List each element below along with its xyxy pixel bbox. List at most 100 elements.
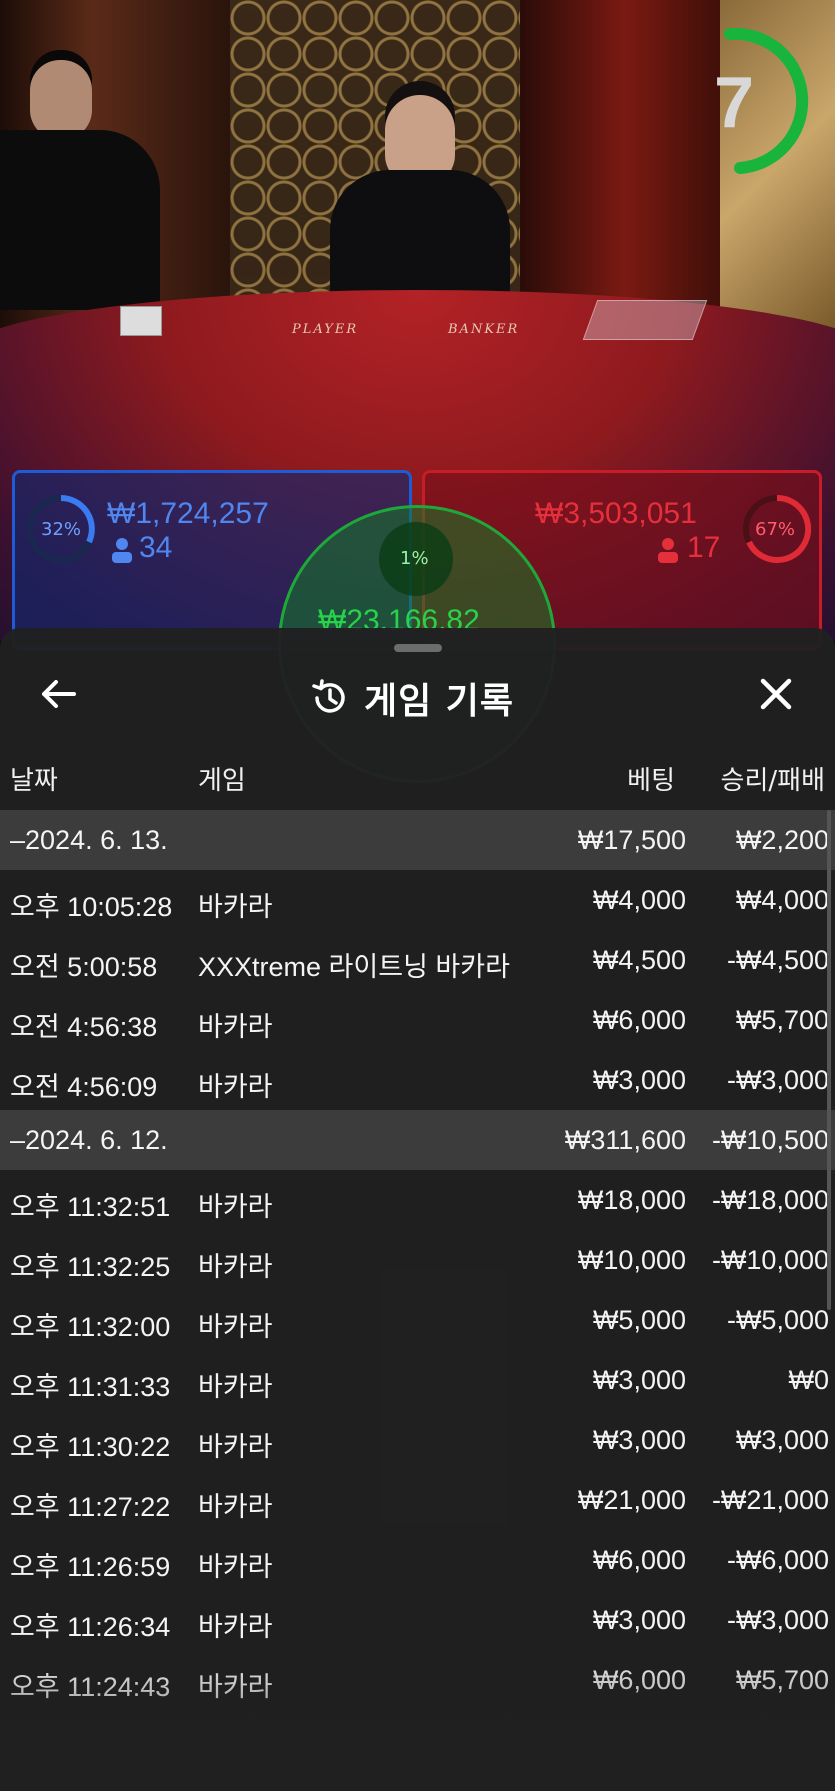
row-result: -₩10,500 bbox=[711, 1125, 829, 1155]
row-result: -₩3,000 bbox=[726, 1065, 829, 1095]
row-game: 바카라 bbox=[198, 1312, 273, 1342]
banker-percent: 67% bbox=[755, 519, 796, 540]
history-row[interactable]: 오후 11:30:22 바카라 ₩3,000 ₩3,000 bbox=[0, 1410, 835, 1470]
row-time: 오후 11:27:22 bbox=[10, 1492, 171, 1522]
row-time: 오후 11:32:51 bbox=[10, 1192, 171, 1222]
assistant-dealer-body bbox=[0, 130, 160, 310]
row-time: 오후 10:05:28 bbox=[10, 892, 173, 922]
history-row[interactable]: 오후 11:24:43 바카라 ₩6,000 ₩5,700 bbox=[0, 1650, 835, 1710]
history-row[interactable]: 오후 11:27:22 바카라 ₩21,000 -₩21,000 bbox=[0, 1470, 835, 1530]
close-icon bbox=[760, 678, 792, 710]
history-row[interactable]: 오후 11:26:59 바카라 ₩6,000 -₩6,000 bbox=[0, 1530, 835, 1590]
history-scrollbar[interactable] bbox=[827, 810, 831, 1310]
sheet-drag-handle[interactable] bbox=[394, 644, 442, 652]
history-list: –2024. 6. 13. ₩17,500 ₩2,200 오후 10:05:28 바카라… bbox=[0, 810, 835, 1710]
player-count-icon bbox=[112, 538, 132, 563]
row-time: 오전 4:56:09 bbox=[10, 1072, 158, 1102]
col-bet: 베팅 bbox=[627, 766, 675, 796]
row-result: ₩3,000 bbox=[735, 1425, 829, 1455]
row-time: 오후 11:32:00 bbox=[10, 1312, 171, 1342]
row-bet: ₩3,000 bbox=[592, 1365, 686, 1395]
row-game: 바카라 bbox=[198, 1612, 273, 1642]
row-game: 바카라 bbox=[198, 1012, 273, 1042]
row-bet: ₩3,000 bbox=[592, 1425, 686, 1455]
sheet-header: 게임 기록 bbox=[310, 672, 514, 724]
dealer-body bbox=[330, 170, 510, 310]
tie-percent: 1% bbox=[400, 548, 429, 569]
row-result: -₩10,000 bbox=[711, 1245, 829, 1275]
history-row[interactable]: 오전 4:56:38 바카라 ₩6,000 ₩5,700 bbox=[0, 990, 835, 1050]
history-row[interactable]: 오후 11:26:34 바카라 ₩3,000 -₩3,000 bbox=[0, 1590, 835, 1650]
row-bet: ₩10,000 bbox=[577, 1245, 686, 1275]
history-row[interactable]: 오전 5:00:58 XXXtreme 라이트닝 바카라 ₩4,500 -₩4,500 bbox=[0, 930, 835, 990]
row-game: 바카라 bbox=[198, 1552, 273, 1582]
row-result: -₩3,000 bbox=[726, 1605, 829, 1635]
col-result: 승리/패배 bbox=[720, 766, 825, 796]
history-row[interactable]: 오후 11:32:25 바카라 ₩10,000 -₩10,000 bbox=[0, 1230, 835, 1290]
row-bet: ₩6,000 bbox=[592, 1545, 686, 1575]
row-bet: ₩4,500 bbox=[592, 945, 686, 975]
row-bet: ₩21,000 bbox=[577, 1485, 686, 1515]
player-percent: 32% bbox=[41, 519, 82, 540]
history-row[interactable]: 오후 10:05:28 바카라 ₩4,000 ₩4,000 bbox=[0, 870, 835, 930]
row-bet: ₩4,000 bbox=[592, 885, 686, 915]
col-date: 날짜 bbox=[10, 766, 58, 796]
felt-label-banker: BANKER bbox=[448, 322, 520, 337]
row-time: 오후 11:26:59 bbox=[10, 1552, 171, 1582]
row-result: ₩5,700 bbox=[735, 1665, 829, 1695]
row-time: 오후 11:31:33 bbox=[10, 1372, 171, 1402]
card-stack bbox=[120, 306, 162, 336]
row-time: 오후 11:26:34 bbox=[10, 1612, 171, 1642]
history-row[interactable]: 오후 11:31:33 바카라 ₩3,000 ₩0 bbox=[0, 1350, 835, 1410]
close-button[interactable] bbox=[752, 670, 800, 718]
row-game: 바카라 bbox=[198, 1252, 273, 1282]
assistant-dealer-head bbox=[30, 60, 92, 140]
history-row[interactable]: 오전 4:56:09 바카라 ₩3,000 -₩3,000 bbox=[0, 1050, 835, 1110]
history-date-group-row[interactable]: –2024. 6. 13. ₩17,500 ₩2,200 bbox=[0, 810, 835, 870]
row-bet: ₩6,000 bbox=[592, 1665, 686, 1695]
card-shoe bbox=[582, 300, 708, 340]
history-row[interactable]: 오후 11:32:51 바카라 ₩18,000 -₩18,000 bbox=[0, 1170, 835, 1230]
felt-label-player: PLAYER bbox=[292, 322, 359, 337]
row-game: 바카라 bbox=[198, 1492, 273, 1522]
row-time: 오후 11:32:25 bbox=[10, 1252, 171, 1282]
back-button[interactable] bbox=[34, 670, 82, 718]
row-time: 오전 5:00:58 bbox=[10, 952, 158, 982]
banker-bet-total: ₩3,503,051 bbox=[535, 497, 697, 530]
row-time: 오후 11:30:22 bbox=[10, 1432, 171, 1462]
row-result: ₩4,000 bbox=[735, 885, 829, 915]
row-result: -₩18,000 bbox=[711, 1185, 829, 1215]
row-bet: ₩17,500 bbox=[577, 825, 686, 855]
row-result: -₩4,500 bbox=[726, 945, 829, 975]
row-game: 바카라 bbox=[198, 1372, 273, 1402]
row-result: -₩6,000 bbox=[726, 1545, 829, 1575]
row-game: 바카라 bbox=[198, 1672, 273, 1702]
row-game: XXXtreme 라이트닝 바카라 bbox=[198, 952, 510, 982]
col-game: 게임 bbox=[198, 766, 246, 796]
row-bet: ₩18,000 bbox=[577, 1185, 686, 1215]
row-result: ₩2,200 bbox=[735, 825, 829, 855]
history-row[interactable]: 오후 11:32:00 바카라 ₩5,000 -₩5,000 bbox=[0, 1290, 835, 1350]
sheet-title: 게임 기록 bbox=[364, 681, 515, 722]
row-game: 바카라 bbox=[198, 892, 273, 922]
row-bet: ₩3,000 bbox=[592, 1065, 686, 1095]
row-game: 바카라 bbox=[198, 1072, 273, 1102]
player-count: 34 bbox=[139, 531, 173, 564]
history-column-headers: 날짜 게임 베팅 승리/패배 bbox=[0, 756, 835, 802]
history-icon bbox=[312, 679, 345, 713]
curtain-right bbox=[520, 0, 730, 330]
arrow-left-icon bbox=[42, 680, 76, 708]
row-result: ₩0 bbox=[788, 1365, 830, 1395]
row-time: –2024. 6. 12. bbox=[10, 1125, 168, 1155]
banker-count-icon bbox=[658, 538, 678, 563]
row-result: -₩5,000 bbox=[726, 1305, 829, 1335]
row-time: 오후 11:24:43 bbox=[10, 1672, 171, 1702]
row-result: -₩21,000 bbox=[711, 1485, 829, 1515]
row-time: 오전 4:56:38 bbox=[10, 1012, 158, 1042]
history-date-group-row[interactable]: –2024. 6. 12. ₩311,600 -₩10,500 bbox=[0, 1110, 835, 1170]
row-time: –2024. 6. 13. bbox=[10, 825, 168, 855]
row-game: 바카라 bbox=[198, 1192, 273, 1222]
banker-count: 17 bbox=[687, 531, 721, 564]
row-bet: ₩311,600 bbox=[564, 1125, 686, 1155]
player-bet-total: ₩1,724,257 bbox=[107, 497, 269, 530]
